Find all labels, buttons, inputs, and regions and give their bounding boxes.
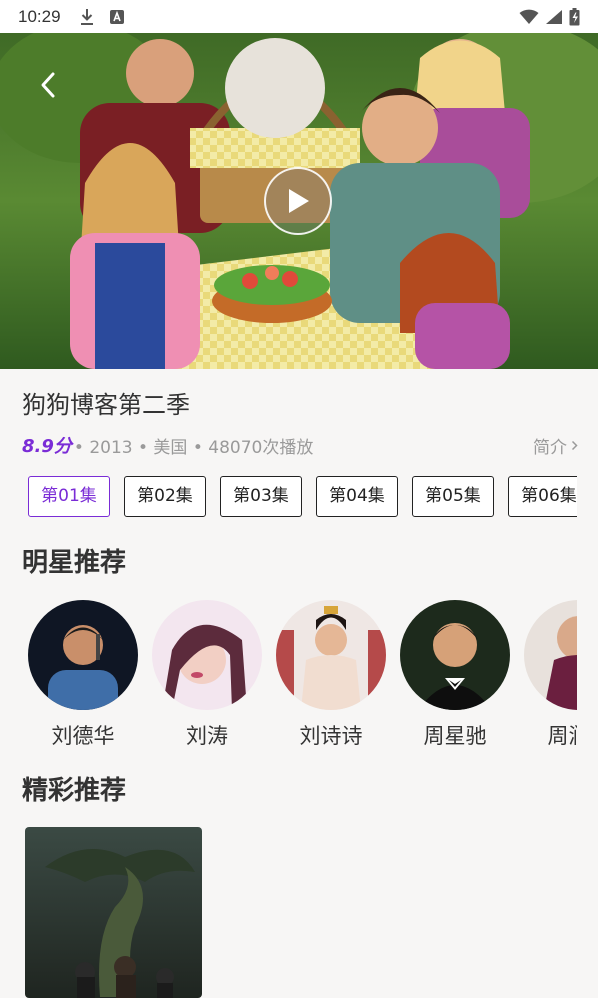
avatar bbox=[524, 600, 577, 710]
battery-icon bbox=[569, 7, 580, 25]
star-item[interactable]: 刘诗诗 bbox=[276, 600, 386, 750]
show-title: 狗狗博客第二季 bbox=[22, 391, 190, 419]
star-item[interactable]: 刘涛 bbox=[152, 600, 262, 750]
poster-image bbox=[25, 827, 202, 998]
recommend-poster[interactable] bbox=[25, 827, 202, 998]
episode-button[interactable]: 第01集 bbox=[28, 476, 110, 517]
star-name: 周星驰 bbox=[423, 724, 487, 748]
star-list[interactable]: 刘德华 刘涛 刘诗诗 周星驰 周 bbox=[28, 600, 577, 750]
star-name: 刘诗诗 bbox=[299, 724, 363, 748]
avatar bbox=[152, 600, 262, 710]
star-item[interactable]: 周星驰 bbox=[400, 600, 510, 750]
video-player[interactable] bbox=[0, 33, 598, 369]
notification-a-icon bbox=[109, 9, 124, 24]
back-button[interactable] bbox=[26, 63, 70, 107]
score: 8.9分 bbox=[22, 436, 72, 457]
recommend-section-title: 精彩推荐 bbox=[22, 776, 127, 806]
stars-section-title: 明星推荐 bbox=[22, 548, 127, 578]
play-button[interactable] bbox=[264, 167, 332, 235]
episode-list[interactable]: 第01集 第02集 第03集 第04集 第05集 第06集 bbox=[28, 476, 577, 518]
status-right-icons bbox=[519, 7, 580, 26]
star-name: 刘涛 bbox=[186, 724, 228, 748]
avatar bbox=[400, 600, 510, 710]
status-bar: 10:29 bbox=[0, 0, 598, 33]
episode-button[interactable]: 第03集 bbox=[220, 476, 302, 517]
wifi-icon bbox=[519, 9, 539, 24]
avatar bbox=[28, 600, 138, 710]
play-icon bbox=[289, 189, 309, 213]
intro-label: 简介 bbox=[533, 437, 567, 458]
star-name: 刘德华 bbox=[51, 724, 115, 748]
episode-button[interactable]: 第06集 bbox=[508, 476, 577, 517]
star-item[interactable]: 周润发 bbox=[524, 600, 577, 750]
status-left-icons bbox=[79, 8, 125, 26]
episode-button[interactable]: 第05集 bbox=[412, 476, 494, 517]
download-icon bbox=[80, 8, 93, 25]
star-name: 周润发 bbox=[547, 724, 578, 748]
episode-button[interactable]: 第04集 bbox=[316, 476, 398, 517]
signal-icon bbox=[546, 9, 562, 24]
intro-link[interactable]: 简介 bbox=[533, 433, 578, 458]
chevron-right-icon bbox=[571, 440, 578, 450]
chevron-left-icon bbox=[41, 72, 55, 98]
star-item[interactable]: 刘德华 bbox=[28, 600, 138, 750]
episode-button[interactable]: 第02集 bbox=[124, 476, 206, 517]
meta-info: • 2013 • 美国 • 48070次播放 bbox=[73, 437, 314, 458]
avatar bbox=[276, 600, 386, 710]
screen: 10:29 狗狗博客第二季 8.9分 • 2013 • 美国 • 48070次播… bbox=[0, 0, 598, 998]
status-time: 10:29 bbox=[18, 6, 61, 26]
meta-row: 8.9分 • 2013 • 美国 • 48070次播放 简介 bbox=[22, 432, 578, 458]
